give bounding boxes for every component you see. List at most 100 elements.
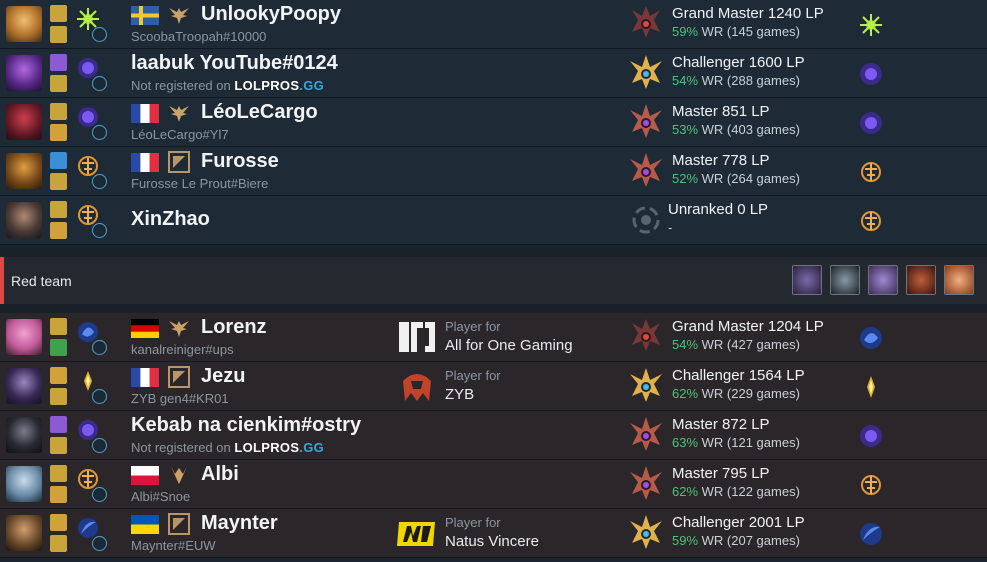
summoner-spell-icon: [50, 486, 67, 503]
player-for-label: Player for: [445, 515, 501, 530]
champion-portrait[interactable]: [6, 466, 42, 502]
ban-list: [792, 265, 974, 295]
summoner-spell-icon: [50, 201, 67, 218]
champion-portrait[interactable]: [6, 515, 42, 551]
riot-id: Maynter#EUW: [131, 538, 216, 553]
player-row[interactable]: UnlookyPoopy ScoobaTroopah#10000 Grand M…: [0, 0, 987, 49]
player-row[interactable]: Lorenz kanalreiniger#ups Player for All …: [0, 313, 987, 362]
keystone-rune-icon: [861, 475, 881, 495]
summoner-spell-icon: [50, 173, 67, 190]
champion-portrait[interactable]: [6, 104, 42, 140]
keystone-rune-icon: [860, 327, 882, 349]
zyb-team-logo-icon: [403, 374, 431, 401]
lolpros-link[interactable]: LOLPROS.GG: [234, 440, 324, 455]
player-row[interactable]: Kebab na cienkim#ostry Not registered on…: [0, 411, 987, 460]
player-name[interactable]: laabuk YouTube#0124: [131, 52, 338, 75]
winrate-text: 53% WR (403 games): [672, 122, 800, 137]
team-separator: [0, 245, 987, 257]
player-row[interactable]: XinZhao Unranked 0 LP -: [0, 196, 987, 245]
champion-portrait[interactable]: [6, 153, 42, 189]
summoner-spell-icon: [50, 54, 67, 71]
flag-sweden-icon: [131, 6, 159, 25]
winrate-text: 59% WR (207 games): [672, 533, 800, 548]
champion-portrait[interactable]: [6, 55, 42, 91]
riot-id: ScoobaTroopah#10000: [131, 29, 267, 44]
player-row[interactable]: Albi Albi#Snoe Master 795 LP 62% WR (122…: [0, 460, 987, 509]
blue-team: UnlookyPoopy ScoobaTroopah#10000 Grand M…: [0, 0, 987, 245]
winrate-text: 59% WR (145 games): [672, 24, 800, 39]
summoner-spell-icon: [50, 339, 67, 356]
banned-champion[interactable]: [868, 265, 898, 295]
team-name[interactable]: Natus Vincere: [445, 533, 539, 550]
red-team-header: Red team: [0, 257, 987, 304]
rank-text: Grand Master 1240 LP: [672, 5, 824, 22]
rank-text: Grand Master 1204 LP: [672, 318, 824, 335]
riot-id: ZYB gen4#KR01: [131, 391, 229, 406]
afo-team-logo-icon: [399, 322, 435, 352]
summoner-spell-icon: [50, 103, 67, 120]
team-name[interactable]: All for One Gaming: [445, 337, 573, 354]
challenger-emblem-icon: [630, 55, 662, 89]
wings-badge-icon: [169, 106, 189, 122]
banned-champion[interactable]: [944, 265, 974, 295]
champion-portrait[interactable]: [6, 417, 42, 453]
summoner-spell-icon: [50, 514, 67, 531]
banned-champion[interactable]: [830, 265, 860, 295]
summoner-spell-icon: [50, 437, 67, 454]
banned-champion[interactable]: [906, 265, 936, 295]
player-for-label: Player for: [445, 368, 501, 383]
secondary-rune-icon: [92, 174, 107, 189]
not-registered-note: Not registered on LOLPROS.GG: [131, 440, 325, 455]
player-row[interactable]: Furosse Furosse Le Prout#Biere Master 77…: [0, 147, 987, 196]
player-row[interactable]: laabuk YouTube#0124 Not registered on LO…: [0, 49, 987, 98]
player-name[interactable]: Jezu: [201, 365, 245, 388]
player-name[interactable]: XinZhao: [131, 208, 210, 231]
player-name[interactable]: Maynter: [201, 512, 278, 535]
keystone-rune-icon: [861, 162, 881, 182]
lolpros-link[interactable]: LOLPROS.GG: [234, 78, 324, 93]
summoner-spell-icon: [50, 26, 67, 43]
master-emblem-icon: [630, 104, 662, 138]
rank-text: Challenger 1600 LP: [672, 54, 805, 71]
square-badge-icon: [168, 366, 190, 388]
player-name[interactable]: LéoLeCargo: [201, 101, 318, 124]
summoner-spell-icon: [50, 367, 67, 384]
player-row[interactable]: LéoLeCargo LéoLeCargo#Yl7 Master 851 LP …: [0, 98, 987, 147]
player-name[interactable]: Lorenz: [201, 316, 267, 339]
player-name[interactable]: UnlookyPoopy: [201, 3, 341, 26]
team-label: Red team: [11, 273, 72, 289]
rank-text: Master 851 LP: [672, 103, 770, 120]
wings-badge-icon: [169, 8, 189, 24]
secondary-rune-icon: [92, 125, 107, 140]
riot-id: kanalreiniger#ups: [131, 342, 234, 357]
riot-id: Albi#Snoe: [131, 489, 191, 504]
riot-id: LéoLeCargo#Yl7: [131, 127, 229, 142]
player-name[interactable]: Furosse: [201, 150, 279, 173]
flag-ukraine-icon: [131, 515, 159, 534]
champion-portrait[interactable]: [6, 319, 42, 355]
summoner-spell-icon: [50, 222, 67, 239]
winrate-text: 54% WR (427 games): [672, 337, 800, 352]
winrate-text: 54% WR (288 games): [672, 73, 800, 88]
secondary-rune-icon: [92, 536, 107, 551]
claw-badge-icon: [171, 466, 187, 484]
secondary-rune-icon: [92, 389, 107, 404]
champion-portrait[interactable]: [6, 368, 42, 404]
navi-team-logo-icon: [397, 522, 435, 546]
summoner-spell-icon: [50, 152, 67, 169]
player-row[interactable]: Maynter Maynter#EUW Player for Natus Vin…: [0, 509, 987, 558]
player-row[interactable]: Jezu ZYB gen4#KR01 Player for ZYB Challe…: [0, 362, 987, 411]
keystone-rune-icon: [867, 376, 875, 398]
summoner-spell-icon: [50, 465, 67, 482]
rank-text: Challenger 1564 LP: [672, 367, 805, 384]
champion-portrait[interactable]: [6, 202, 42, 238]
champion-portrait[interactable]: [6, 6, 42, 42]
square-badge-icon: [168, 151, 190, 173]
team-name[interactable]: ZYB: [445, 386, 474, 403]
player-name[interactable]: Albi: [201, 463, 239, 486]
banned-champion[interactable]: [792, 265, 822, 295]
keystone-rune-icon: [860, 112, 882, 134]
player-name[interactable]: Kebab na cienkim#ostry: [131, 414, 361, 437]
flag-france-icon: [131, 368, 159, 387]
flag-france-icon: [131, 104, 159, 123]
